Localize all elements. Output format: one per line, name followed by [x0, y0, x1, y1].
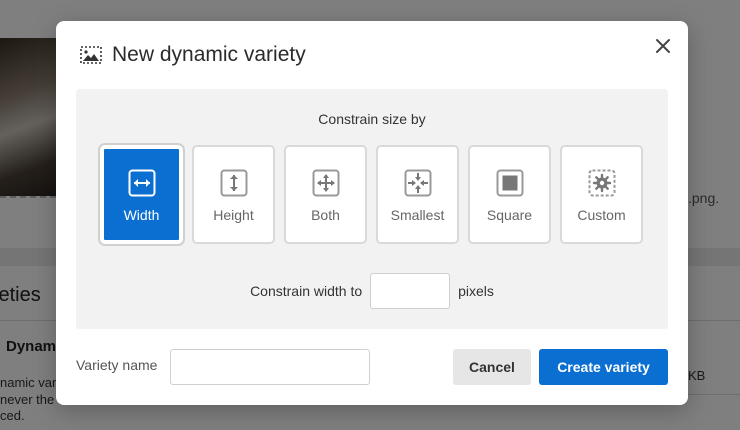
- option-label: Custom: [577, 207, 626, 223]
- option-both[interactable]: Both: [284, 145, 367, 244]
- square-icon: [496, 169, 523, 197]
- cancel-button[interactable]: Cancel: [453, 349, 531, 385]
- height-arrows-icon: [220, 169, 247, 197]
- close-button[interactable]: [652, 35, 674, 57]
- gear-icon: [588, 169, 615, 197]
- option-custom[interactable]: Custom: [560, 145, 643, 244]
- constrain-width-input[interactable]: [370, 273, 451, 309]
- option-label: Height: [213, 207, 254, 223]
- dialog-title: New dynamic variety: [112, 43, 306, 66]
- option-smallest[interactable]: Smallest: [376, 145, 459, 244]
- constrain-panel: Constrain size by Width Height Both Smal…: [76, 89, 668, 329]
- close-icon: [656, 39, 670, 53]
- variety-name-label: Variety name: [76, 357, 158, 373]
- option-label: Smallest: [390, 207, 445, 223]
- constrain-width-label: Constrain width to: [250, 283, 363, 299]
- pixels-label: pixels: [458, 283, 494, 299]
- dialog-footer: Variety name Cancel Create variety: [76, 349, 668, 385]
- option-width[interactable]: Width: [100, 145, 183, 244]
- shrink-arrows-icon: [404, 169, 431, 197]
- variety-name-input[interactable]: [170, 349, 370, 385]
- option-label: Width: [123, 207, 160, 223]
- option-square[interactable]: Square: [468, 145, 551, 244]
- constrain-width-row: Constrain width to pixels: [76, 273, 668, 309]
- width-arrows-icon: [128, 169, 155, 197]
- new-dynamic-variety-dialog: New dynamic variety Constrain size by Wi…: [56, 21, 688, 405]
- create-variety-button[interactable]: Create variety: [539, 349, 668, 385]
- dialog-header: New dynamic variety: [80, 43, 306, 67]
- option-label: Square: [486, 207, 533, 223]
- constrain-options: Width Height Both Smallest Square Custom: [100, 145, 643, 244]
- option-height[interactable]: Height: [192, 145, 275, 244]
- both-arrows-icon: [312, 169, 339, 197]
- constrain-size-heading: Constrain size by: [318, 111, 426, 127]
- image-crop-icon: [80, 46, 102, 64]
- option-label: Both: [311, 207, 340, 223]
